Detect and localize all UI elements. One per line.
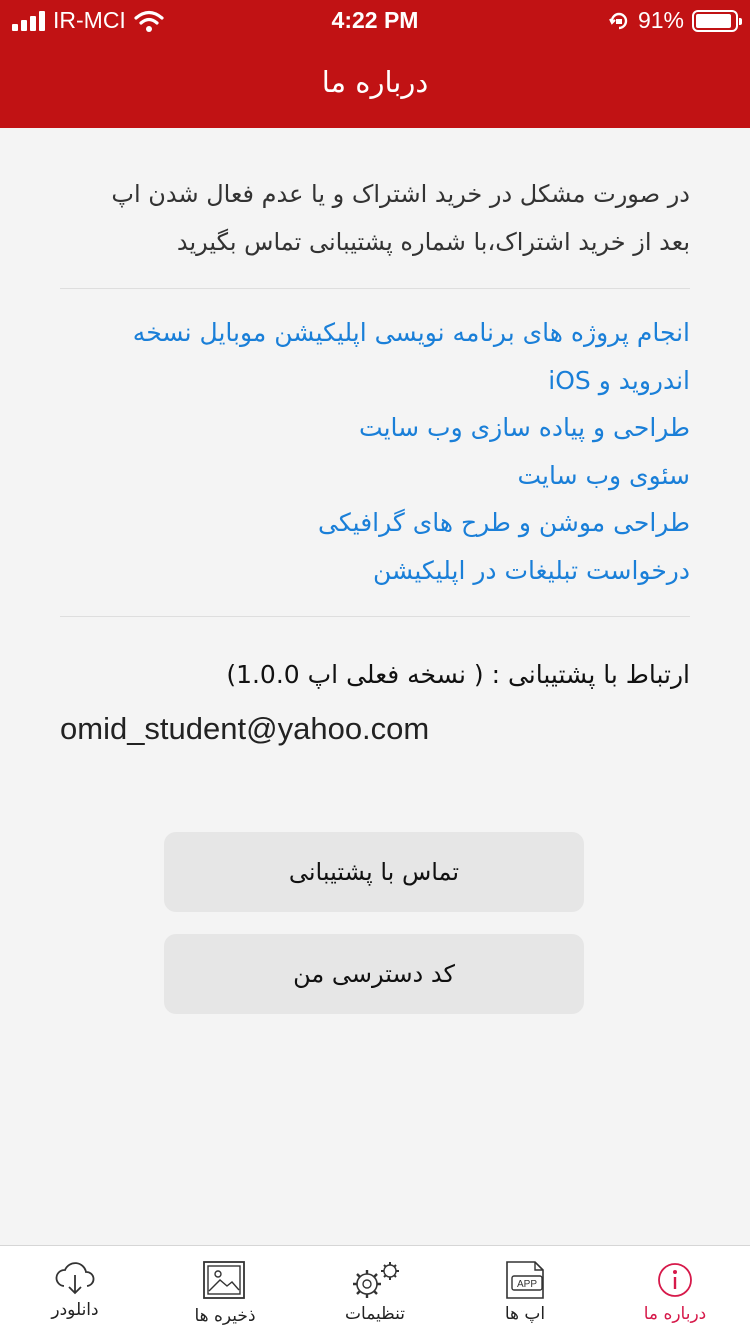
svg-text:APP: APP [517,1279,537,1290]
service-link-website-design[interactable]: طراحی و پیاده سازی وب سایت [60,404,690,452]
nav-bar: درباره ما [0,40,750,128]
service-link-motion-graphics[interactable]: طراحی موشن و طرح های گرافیکی [60,499,690,547]
page-title: درباره ما [321,65,429,99]
subscription-notice: در صورت مشکل در خرید اشتراک و یا عدم فعا… [60,170,690,266]
notice-line: بعد از خرید اشتراک،با شماره پشتیبانی تما… [176,228,690,256]
service-link-in-app-ads[interactable]: درخواست تبلیغات در اپلیکیشن [60,547,690,595]
rotation-lock-icon [609,12,628,29]
service-link-mobile-apps-cont[interactable]: اندروید و iOS [60,357,690,405]
cloud-download-icon [55,1262,95,1295]
battery-fill [696,13,731,28]
tab-label: ذخیره ها [194,1306,256,1326]
app-icon: APP [506,1261,544,1299]
tab-label: دانلودر [51,1300,99,1320]
battery-percent: 91% [637,7,684,33]
tab-settings[interactable]: تنظیمات [300,1246,450,1334]
info-icon [658,1263,692,1297]
tab-about[interactable]: درباره ما [600,1246,750,1334]
tab-label: درباره ما [643,1304,707,1324]
status-bar: IR-MCI 4:22 PM 91% [0,0,750,40]
my-access-code-button[interactable]: کد دسترسی من [164,934,584,1014]
tab-bar: دانلودر ذخیره ها تنظیمات APP اپ ها دربار… [0,1245,750,1334]
tab-label: تنظیمات [345,1304,405,1324]
support-title: ارتباط با پشتیبانی : ( نسخه فعلی اپ 1.0.… [226,660,690,689]
tab-label: اپ ها [504,1304,546,1324]
contact-support-button[interactable]: تماس با پشتیبانی [164,832,584,912]
support-email[interactable]: omid_student@yahoo.com [60,703,690,755]
status-right: 91% [608,7,742,34]
service-link-mobile-apps[interactable]: انجام پروژه های برنامه نویسی اپلیکیشن مو… [60,309,690,357]
service-link-seo[interactable]: سئوی وب سایت [60,452,690,500]
services-list: انجام پروژه های برنامه نویسی اپلیکیشن مو… [60,289,690,616]
gallery-icon [203,1261,245,1299]
battery-icon [692,9,742,32]
gears-icon [353,1262,399,1298]
notice-line: در صورت مشکل در خرید اشتراک و یا عدم فعا… [111,180,690,208]
tab-apps[interactable]: APP اپ ها [450,1246,600,1334]
about-content: در صورت مشکل در خرید اشتراک و یا عدم فعا… [60,128,690,755]
tab-downloader[interactable]: دانلودر [0,1246,150,1334]
divider [60,616,690,617]
tab-saved[interactable]: ذخیره ها [150,1246,300,1334]
